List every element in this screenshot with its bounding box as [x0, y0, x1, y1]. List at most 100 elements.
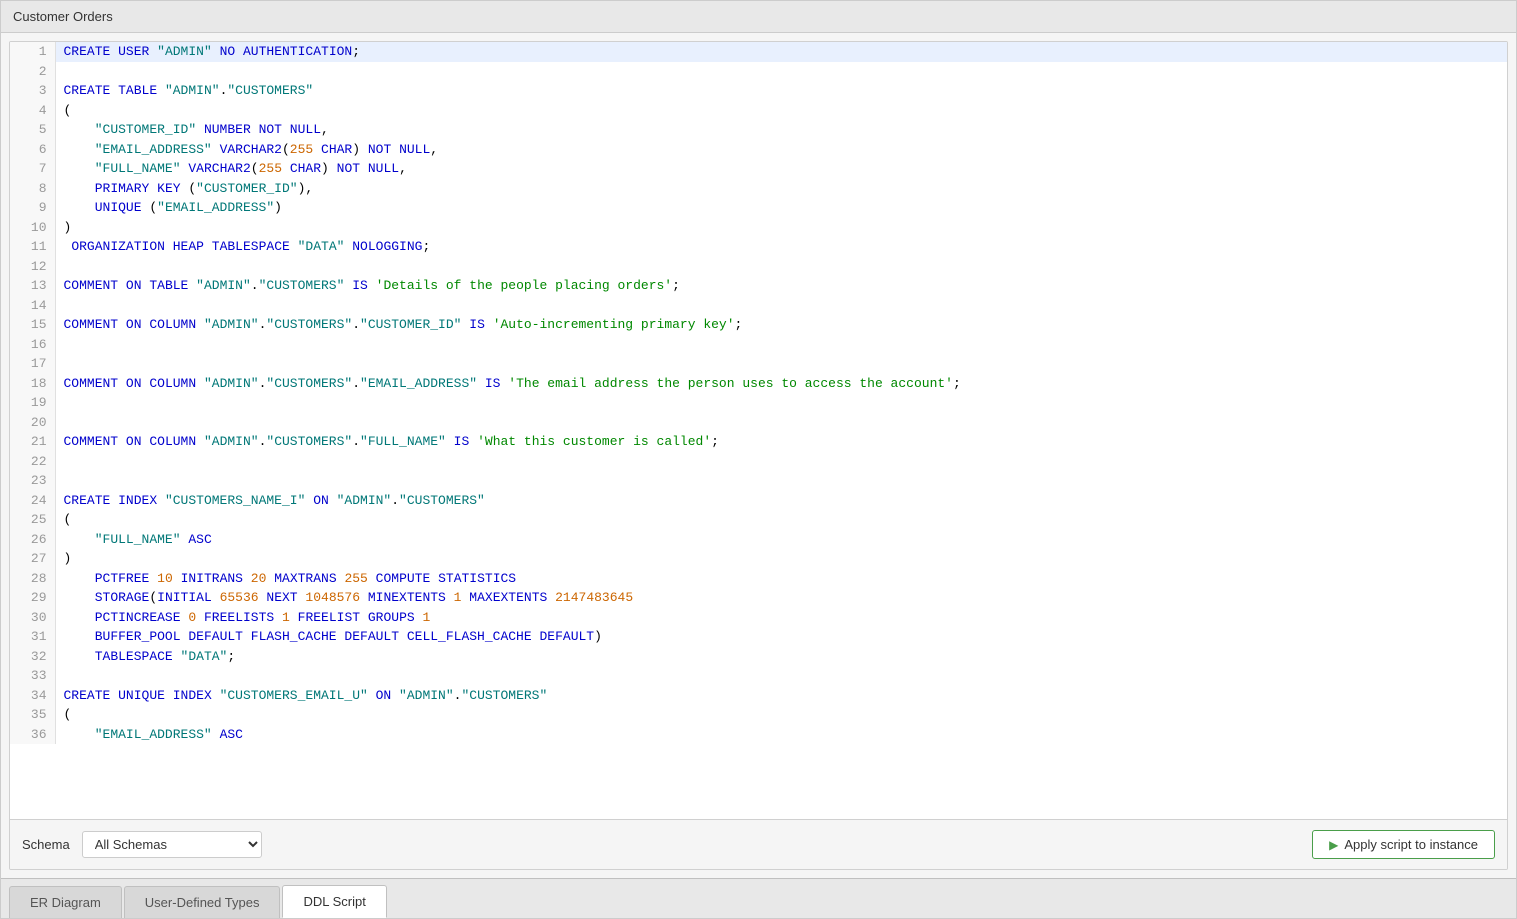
table-row: 17 [10, 354, 1507, 374]
line-content: ORGANIZATION HEAP TABLESPACE "DATA" NOLO… [55, 237, 1507, 257]
line-content: CREATE TABLE "ADMIN"."CUSTOMERS" [55, 81, 1507, 101]
line-number: 15 [10, 315, 55, 335]
line-number: 33 [10, 666, 55, 686]
line-content [55, 666, 1507, 686]
line-number: 17 [10, 354, 55, 374]
tab-ddl-script[interactable]: DDL Script [282, 885, 386, 918]
apply-script-button[interactable]: ▶ Apply script to instance [1312, 830, 1495, 859]
line-content: "EMAIL_ADDRESS" ASC [55, 725, 1507, 745]
line-content: ( [55, 705, 1507, 725]
tab-er-diagram[interactable]: ER Diagram [9, 886, 122, 918]
line-number: 30 [10, 608, 55, 628]
table-row: 3CREATE TABLE "ADMIN"."CUSTOMERS" [10, 81, 1507, 101]
play-icon: ▶ [1329, 838, 1338, 852]
code-table: 1CREATE USER "ADMIN" NO AUTHENTICATION;2… [10, 42, 1507, 744]
line-number: 31 [10, 627, 55, 647]
table-row: 13COMMENT ON TABLE "ADMIN"."CUSTOMERS" I… [10, 276, 1507, 296]
table-row: 14 [10, 296, 1507, 316]
table-row: 26 "FULL_NAME" ASC [10, 530, 1507, 550]
table-row: 8 PRIMARY KEY ("CUSTOMER_ID"), [10, 179, 1507, 199]
line-number: 5 [10, 120, 55, 140]
table-row: 32 TABLESPACE "DATA"; [10, 647, 1507, 667]
table-row: 2 [10, 62, 1507, 82]
line-content: PCTFREE 10 INITRANS 20 MAXTRANS 255 COMP… [55, 569, 1507, 589]
line-content: COMMENT ON TABLE "ADMIN"."CUSTOMERS" IS … [55, 276, 1507, 296]
table-row: 28 PCTFREE 10 INITRANS 20 MAXTRANS 255 C… [10, 569, 1507, 589]
table-row: 30 PCTINCREASE 0 FREELISTS 1 FREELIST GR… [10, 608, 1507, 628]
line-number: 35 [10, 705, 55, 725]
line-content: ( [55, 101, 1507, 121]
table-row: 9 UNIQUE ("EMAIL_ADDRESS") [10, 198, 1507, 218]
table-row: 18COMMENT ON COLUMN "ADMIN"."CUSTOMERS".… [10, 374, 1507, 394]
table-row: 4( [10, 101, 1507, 121]
line-content: STORAGE(INITIAL 65536 NEXT 1048576 MINEX… [55, 588, 1507, 608]
line-number: 14 [10, 296, 55, 316]
schema-select[interactable]: All Schemas [82, 831, 262, 858]
line-content: "FULL_NAME" ASC [55, 530, 1507, 550]
window-title: Customer Orders [13, 9, 113, 24]
title-bar: Customer Orders [1, 1, 1516, 33]
line-content: CREATE USER "ADMIN" NO AUTHENTICATION; [55, 42, 1507, 62]
line-number: 8 [10, 179, 55, 199]
table-row: 12 [10, 257, 1507, 277]
tab-user-defined-types[interactable]: User-Defined Types [124, 886, 281, 918]
line-content: "FULL_NAME" VARCHAR2(255 CHAR) NOT NULL, [55, 159, 1507, 179]
line-number: 23 [10, 471, 55, 491]
line-content: COMMENT ON COLUMN "ADMIN"."CUSTOMERS"."F… [55, 432, 1507, 452]
table-row: 23 [10, 471, 1507, 491]
line-content [55, 354, 1507, 374]
line-content [55, 413, 1507, 433]
table-row: 34CREATE UNIQUE INDEX "CUSTOMERS_EMAIL_U… [10, 686, 1507, 706]
table-row: 1CREATE USER "ADMIN" NO AUTHENTICATION; [10, 42, 1507, 62]
table-row: 36 "EMAIL_ADDRESS" ASC [10, 725, 1507, 745]
table-row: 20 [10, 413, 1507, 433]
line-content: PCTINCREASE 0 FREELISTS 1 FREELIST GROUP… [55, 608, 1507, 628]
line-number: 4 [10, 101, 55, 121]
table-row: 6 "EMAIL_ADDRESS" VARCHAR2(255 CHAR) NOT… [10, 140, 1507, 160]
table-row: 33 [10, 666, 1507, 686]
line-content [55, 62, 1507, 82]
line-number: 2 [10, 62, 55, 82]
line-content: CREATE INDEX "CUSTOMERS_NAME_I" ON "ADMI… [55, 491, 1507, 511]
line-number: 22 [10, 452, 55, 472]
table-row: 7 "FULL_NAME" VARCHAR2(255 CHAR) NOT NUL… [10, 159, 1507, 179]
line-number: 21 [10, 432, 55, 452]
line-content: "EMAIL_ADDRESS" VARCHAR2(255 CHAR) NOT N… [55, 140, 1507, 160]
table-row: 16 [10, 335, 1507, 355]
line-number: 7 [10, 159, 55, 179]
table-row: 10) [10, 218, 1507, 238]
schema-label: Schema [22, 837, 70, 852]
table-row: 22 [10, 452, 1507, 472]
table-row: 11 ORGANIZATION HEAP TABLESPACE "DATA" N… [10, 237, 1507, 257]
line-number: 18 [10, 374, 55, 394]
table-row: 5 "CUSTOMER_ID" NUMBER NOT NULL, [10, 120, 1507, 140]
apply-script-label: Apply script to instance [1344, 837, 1478, 852]
line-content: ) [55, 549, 1507, 569]
line-content: "CUSTOMER_ID" NUMBER NOT NULL, [55, 120, 1507, 140]
table-row: 24CREATE INDEX "CUSTOMERS_NAME_I" ON "AD… [10, 491, 1507, 511]
line-content: PRIMARY KEY ("CUSTOMER_ID"), [55, 179, 1507, 199]
line-number: 9 [10, 198, 55, 218]
line-content: CREATE UNIQUE INDEX "CUSTOMERS_EMAIL_U" … [55, 686, 1507, 706]
table-row: 27) [10, 549, 1507, 569]
code-editor[interactable]: 1CREATE USER "ADMIN" NO AUTHENTICATION;2… [10, 42, 1507, 819]
line-number: 25 [10, 510, 55, 530]
line-content: COMMENT ON COLUMN "ADMIN"."CUSTOMERS"."E… [55, 374, 1507, 394]
line-number: 10 [10, 218, 55, 238]
line-number: 19 [10, 393, 55, 413]
line-content [55, 452, 1507, 472]
table-row: 25( [10, 510, 1507, 530]
line-number: 28 [10, 569, 55, 589]
line-number: 12 [10, 257, 55, 277]
line-number: 11 [10, 237, 55, 257]
line-content: ( [55, 510, 1507, 530]
line-number: 20 [10, 413, 55, 433]
line-content: COMMENT ON COLUMN "ADMIN"."CUSTOMERS"."C… [55, 315, 1507, 335]
line-number: 36 [10, 725, 55, 745]
line-content [55, 257, 1507, 277]
line-number: 29 [10, 588, 55, 608]
line-number: 16 [10, 335, 55, 355]
table-row: 19 [10, 393, 1507, 413]
line-number: 34 [10, 686, 55, 706]
line-number: 27 [10, 549, 55, 569]
